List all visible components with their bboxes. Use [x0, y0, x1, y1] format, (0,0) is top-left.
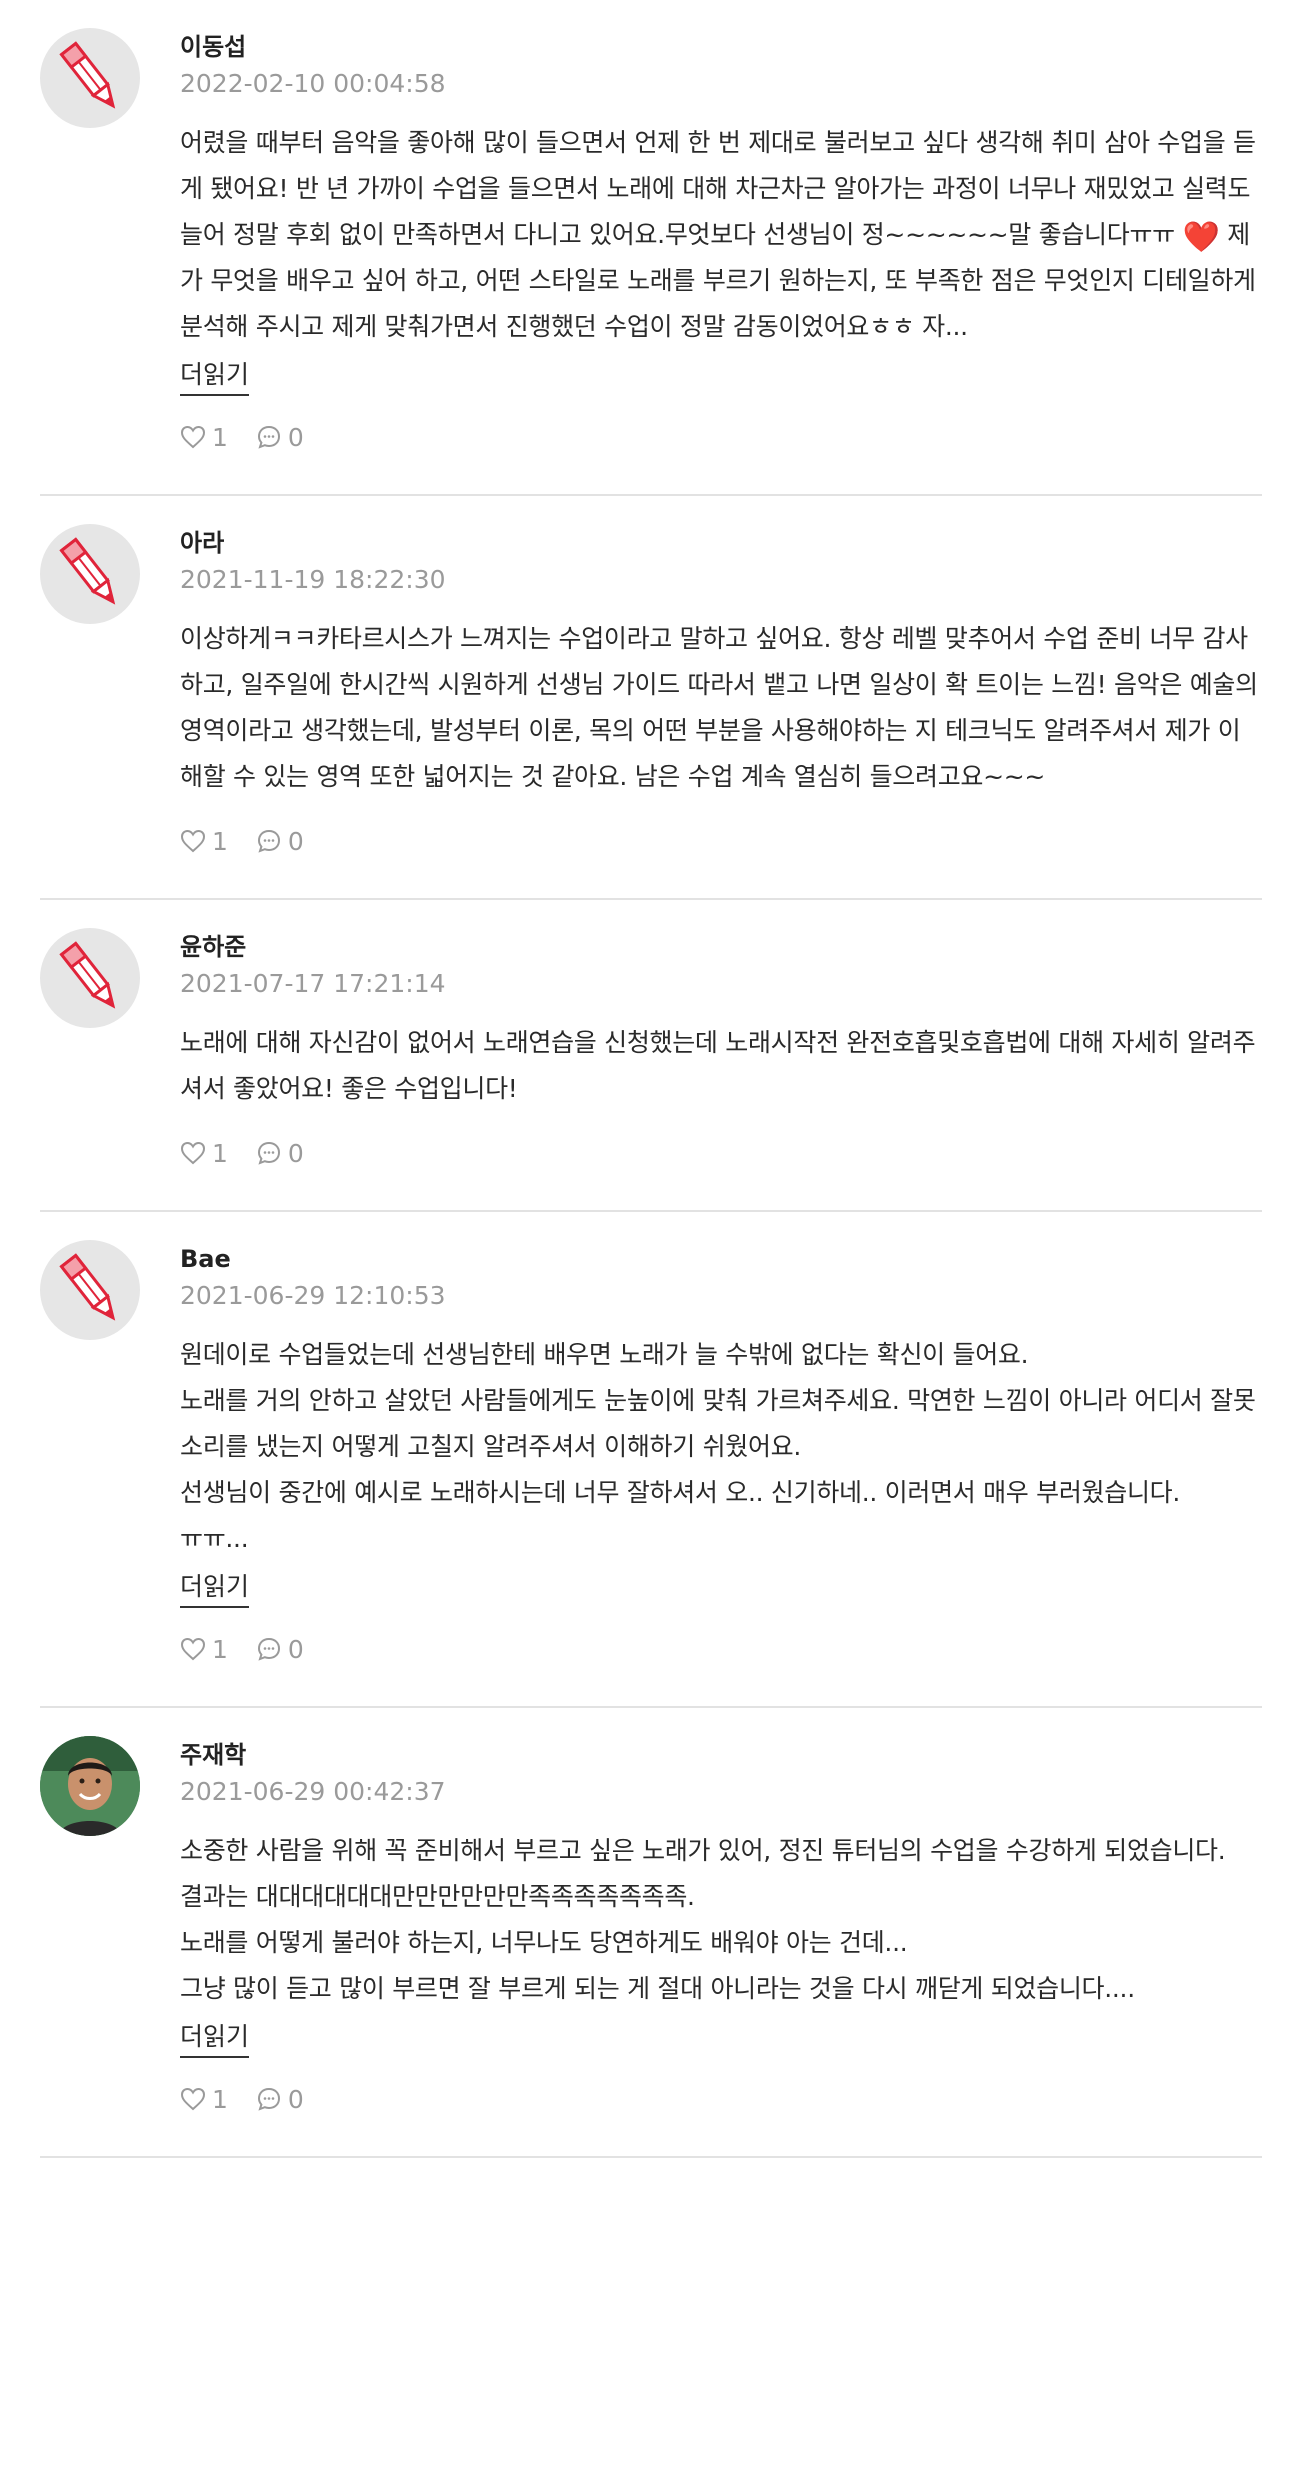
- pencil-icon: [40, 928, 140, 1028]
- like-button[interactable]: 1: [180, 2085, 228, 2114]
- avatar[interactable]: [40, 1240, 140, 1340]
- comment-icon: [257, 1637, 280, 1661]
- avatar[interactable]: [40, 928, 140, 1028]
- pencil-icon: [40, 28, 140, 128]
- comment-button[interactable]: 0: [256, 1635, 304, 1664]
- reviewer-name: 주재학: [180, 1741, 247, 1769]
- like-count: 1: [212, 422, 228, 452]
- profile-photo: [40, 1736, 140, 1836]
- comment-count: 0: [287, 826, 304, 856]
- review-item: 윤하준 2021-07-17 17:21:14 노래에 대해 자신감이 없어서 …: [40, 900, 1262, 1212]
- avatar[interactable]: [40, 524, 140, 624]
- like-button[interactable]: 1: [180, 1635, 228, 1664]
- like-count: 1: [212, 2084, 228, 2114]
- heart-icon: [180, 1141, 206, 1165]
- read-more-button[interactable]: 더읽기: [180, 2018, 250, 2058]
- like-button[interactable]: 1: [180, 423, 228, 452]
- review-date: 2021-11-19 18:22:30: [180, 565, 446, 594]
- heart-emoji: ❤️: [1182, 220, 1220, 255]
- comment-count: 0: [287, 422, 304, 452]
- comment-icon: [257, 425, 280, 449]
- comment-button[interactable]: 0: [256, 423, 304, 452]
- review-text: 노래에 대해 자신감이 없어서 노래연습을 신청했는데 노래시작전 완전호흡및호…: [180, 1028, 1256, 1103]
- comment-icon: [257, 1141, 280, 1165]
- comment-button[interactable]: 0: [256, 1139, 304, 1168]
- like-count: 1: [212, 1634, 228, 1664]
- reviewer-name: 이동섭: [180, 33, 247, 61]
- comment-icon: [257, 2087, 280, 2111]
- reviewer-name: Bae: [180, 1245, 231, 1273]
- comment-count: 0: [287, 1138, 304, 1168]
- avatar[interactable]: [40, 28, 140, 128]
- like-button[interactable]: 1: [180, 1139, 228, 1168]
- review-date: 2022-02-10 00:04:58: [180, 69, 446, 98]
- comment-count: 0: [287, 1634, 304, 1664]
- reviewer-name: 아라: [180, 529, 225, 557]
- pencil-icon: [40, 524, 140, 624]
- comment-button[interactable]: 0: [256, 827, 304, 856]
- review-date: 2021-06-29 12:10:53: [180, 1281, 446, 1310]
- review-text: 소중한 사람을 위해 꼭 준비해서 부르고 싶은 노래가 있어, 정진 튜터님의…: [180, 1836, 1226, 2003]
- comment-button[interactable]: 0: [256, 2085, 304, 2114]
- review-text: 어렸을 때부터 음악을 좋아해 많이 들으면서 언제 한 번 제대로 불러보고 …: [180, 120, 1262, 350]
- read-more-button[interactable]: 더읽기: [180, 1568, 250, 1608]
- comment-count: 0: [287, 2084, 304, 2114]
- heart-icon: [180, 1637, 206, 1661]
- review-text: 이상하게ㅋㅋ카타르시스가 느껴지는 수업이라고 말하고 싶어요. 항상 레벨 맞…: [180, 624, 1266, 791]
- read-more-button[interactable]: 더읽기: [180, 356, 250, 396]
- review-item: 주재학 2021-06-29 00:42:37 소중한 사람을 위해 꼭 준비해…: [40, 1708, 1262, 2158]
- review-list: 이동섭 2022-02-10 00:04:58 어렸을 때부터 음악을 좋아해 …: [40, 0, 1262, 2158]
- review-item: 이동섭 2022-02-10 00:04:58 어렸을 때부터 음악을 좋아해 …: [40, 0, 1262, 496]
- like-button[interactable]: 1: [180, 827, 228, 856]
- review-date: 2021-06-29 00:42:37: [180, 1777, 446, 1806]
- review-item: Bae 2021-06-29 12:10:53 원데이로 수업들었는데 선생님한…: [40, 1212, 1262, 1708]
- review-item: 아라 2021-11-19 18:22:30 이상하게ㅋㅋ카타르시스가 느껴지는…: [40, 496, 1262, 900]
- pencil-icon: [40, 1240, 140, 1340]
- like-count: 1: [212, 826, 228, 856]
- comment-icon: [257, 829, 280, 853]
- like-count: 1: [212, 1138, 228, 1168]
- review-text-part: 어렸을 때부터 음악을 좋아해 많이 들으면서 언제 한 번 제대로 불러보고 …: [180, 128, 1258, 249]
- review-text: 원데이로 수업들었는데 선생님한테 배우면 노래가 늘 수밖에 없다는 확신이 …: [180, 1340, 1256, 1553]
- heart-icon: [180, 829, 206, 853]
- heart-icon: [180, 2087, 206, 2111]
- avatar[interactable]: [40, 1736, 140, 1836]
- reviewer-name: 윤하준: [180, 933, 247, 961]
- review-date: 2021-07-17 17:21:14: [180, 969, 446, 998]
- heart-icon: [180, 425, 206, 449]
